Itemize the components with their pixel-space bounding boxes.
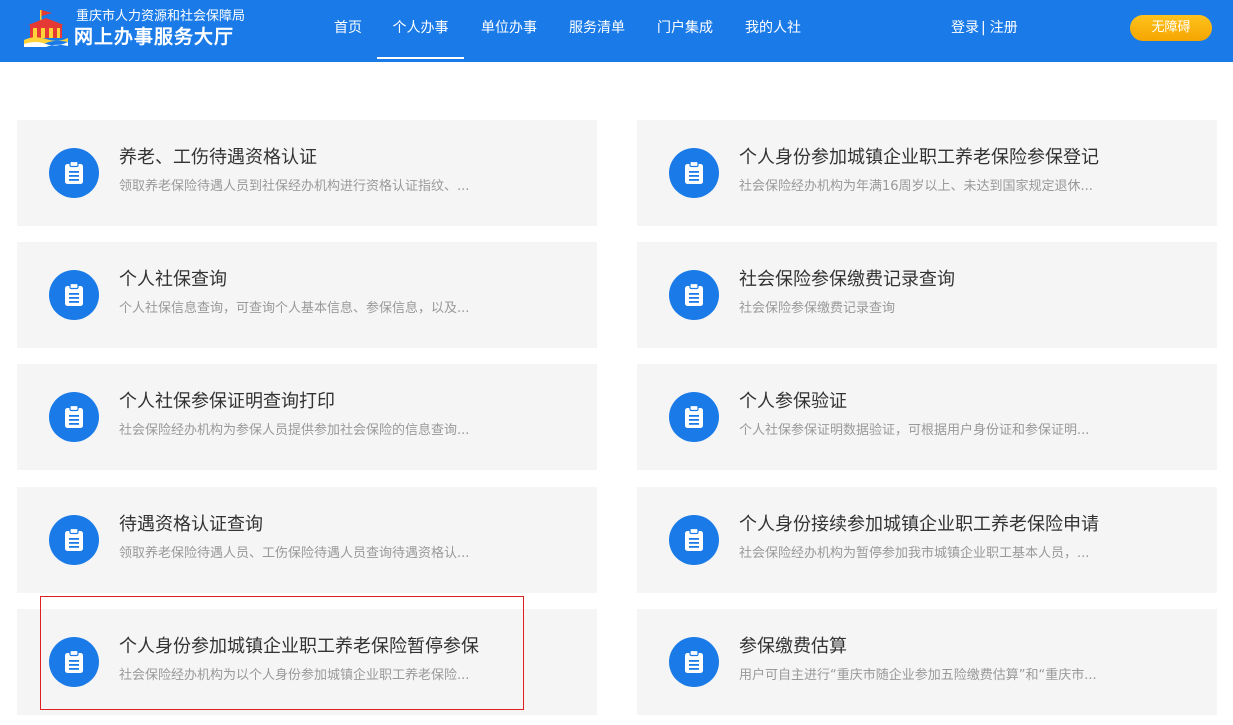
clipboard-icon <box>669 392 719 442</box>
service-title[interactable]: 社会保险参保缴费记录查询 <box>739 268 955 292</box>
service-description: 社会保险经办机构为年满16周岁以上、未达到国家规定退休... <box>739 179 1093 194</box>
clipboard-icon <box>669 148 719 198</box>
service-title[interactable]: 参保缴费估算 <box>739 635 847 659</box>
org-name: 重庆市人力资源和社会保障局 <box>76 9 246 24</box>
nav-unit-services[interactable]: 单位办事 <box>474 0 544 59</box>
service-title[interactable]: 个人身份参加城镇企业职工养老保险参保登记 <box>739 146 1099 170</box>
clipboard-icon <box>49 270 99 320</box>
nav-personal-services[interactable]: 个人办事 <box>377 0 464 59</box>
service-description: 用户可自主进行“重庆市随企业参加五险缴费估算”和“重庆市... <box>739 668 1097 683</box>
service-description: 社会保险经办机构为参保人员提供参加社会保险的信息查询... <box>119 423 470 438</box>
accessibility-button[interactable]: 无障碍 <box>1130 15 1212 41</box>
login-link[interactable]: 登录 <box>951 20 979 36</box>
service-card[interactable]: 参保缴费估算用户可自主进行“重庆市随企业参加五险缴费估算”和“重庆市... <box>637 609 1217 715</box>
clipboard-icon <box>669 270 719 320</box>
service-card[interactable]: 个人身份参加城镇企业职工养老保险参保登记社会保险经办机构为年满16周岁以上、未达… <box>637 120 1217 226</box>
service-card[interactable]: 个人社保参保证明查询打印社会保险经办机构为参保人员提供参加社会保险的信息查询..… <box>17 364 597 470</box>
clipboard-icon <box>49 148 99 198</box>
site-logo-icon[interactable] <box>22 9 70 49</box>
service-description: 社会保险经办机构为暂停参加我市城镇企业职工基本人员，... <box>739 546 1090 561</box>
service-card[interactable]: 待遇资格认证查询领取养老保险待遇人员、工伤保险待遇人员查询待遇资格认... <box>17 487 597 593</box>
service-description: 社会保险参保缴费记录查询 <box>739 301 896 316</box>
service-card[interactable]: 养老、工伤待遇资格认证领取养老保险待遇人员到社保经办机构进行资格认证指纹、... <box>17 120 597 226</box>
service-title[interactable]: 养老、工伤待遇资格认证 <box>119 146 317 170</box>
service-title[interactable]: 个人参保验证 <box>739 390 847 414</box>
service-description: 领取养老保险待遇人员、工伤保险待遇人员查询待遇资格认... <box>119 546 470 561</box>
register-link[interactable]: 注册 <box>990 20 1018 36</box>
top-header: 重庆市人力资源和社会保障局 网上办事服务大厅 首页 个人办事 单位办事 服务清单… <box>0 0 1233 62</box>
nav-home[interactable]: 首页 <box>324 0 372 59</box>
service-description: 个人社保信息查询，可查询个人基本信息、参保信息，以及... <box>119 301 470 316</box>
nav-my-hrss[interactable]: 我的人社 <box>738 0 808 59</box>
service-title[interactable]: 个人社保参保证明查询打印 <box>119 390 335 414</box>
service-description: 领取养老保险待遇人员到社保经办机构进行资格认证指纹、... <box>119 179 470 194</box>
auth-links: 登录 | 注册 <box>951 0 1018 56</box>
site-name: 网上办事服务大厅 <box>74 26 235 48</box>
service-card[interactable]: 个人身份接续参加城镇企业职工养老保险申请社会保险经办机构为暂停参加我市城镇企业职… <box>637 487 1217 593</box>
service-title[interactable]: 个人身份参加城镇企业职工养老保险暂停参保 <box>119 635 479 659</box>
service-card[interactable]: 个人社保查询个人社保信息查询，可查询个人基本信息、参保信息，以及... <box>17 242 597 348</box>
auth-separator: | <box>981 20 986 36</box>
service-title[interactable]: 个人身份接续参加城镇企业职工养老保险申请 <box>739 513 1099 537</box>
service-title[interactable]: 个人社保查询 <box>119 268 227 292</box>
service-card[interactable]: 个人参保验证个人社保参保证明数据验证，可根据用户身份证和参保证明... <box>637 364 1217 470</box>
clipboard-icon <box>49 515 99 565</box>
service-card[interactable]: 个人身份参加城镇企业职工养老保险暂停参保社会保险经办机构为以个人身份参加城镇企业… <box>17 609 597 715</box>
service-card[interactable]: 社会保险参保缴费记录查询 社会保险参保缴费记录查询 <box>637 242 1217 348</box>
clipboard-icon <box>49 637 99 687</box>
service-description: 个人社保参保证明数据验证，可根据用户身份证和参保证明... <box>739 423 1090 438</box>
service-description: 社会保险经办机构为以个人身份参加城镇企业职工养老保险... <box>119 668 470 683</box>
nav-portal-integration[interactable]: 门户集成 <box>650 0 720 59</box>
service-title[interactable]: 待遇资格认证查询 <box>119 513 263 537</box>
clipboard-icon <box>669 515 719 565</box>
clipboard-icon <box>669 637 719 687</box>
nav-service-list[interactable]: 服务清单 <box>562 0 632 59</box>
clipboard-icon <box>49 392 99 442</box>
